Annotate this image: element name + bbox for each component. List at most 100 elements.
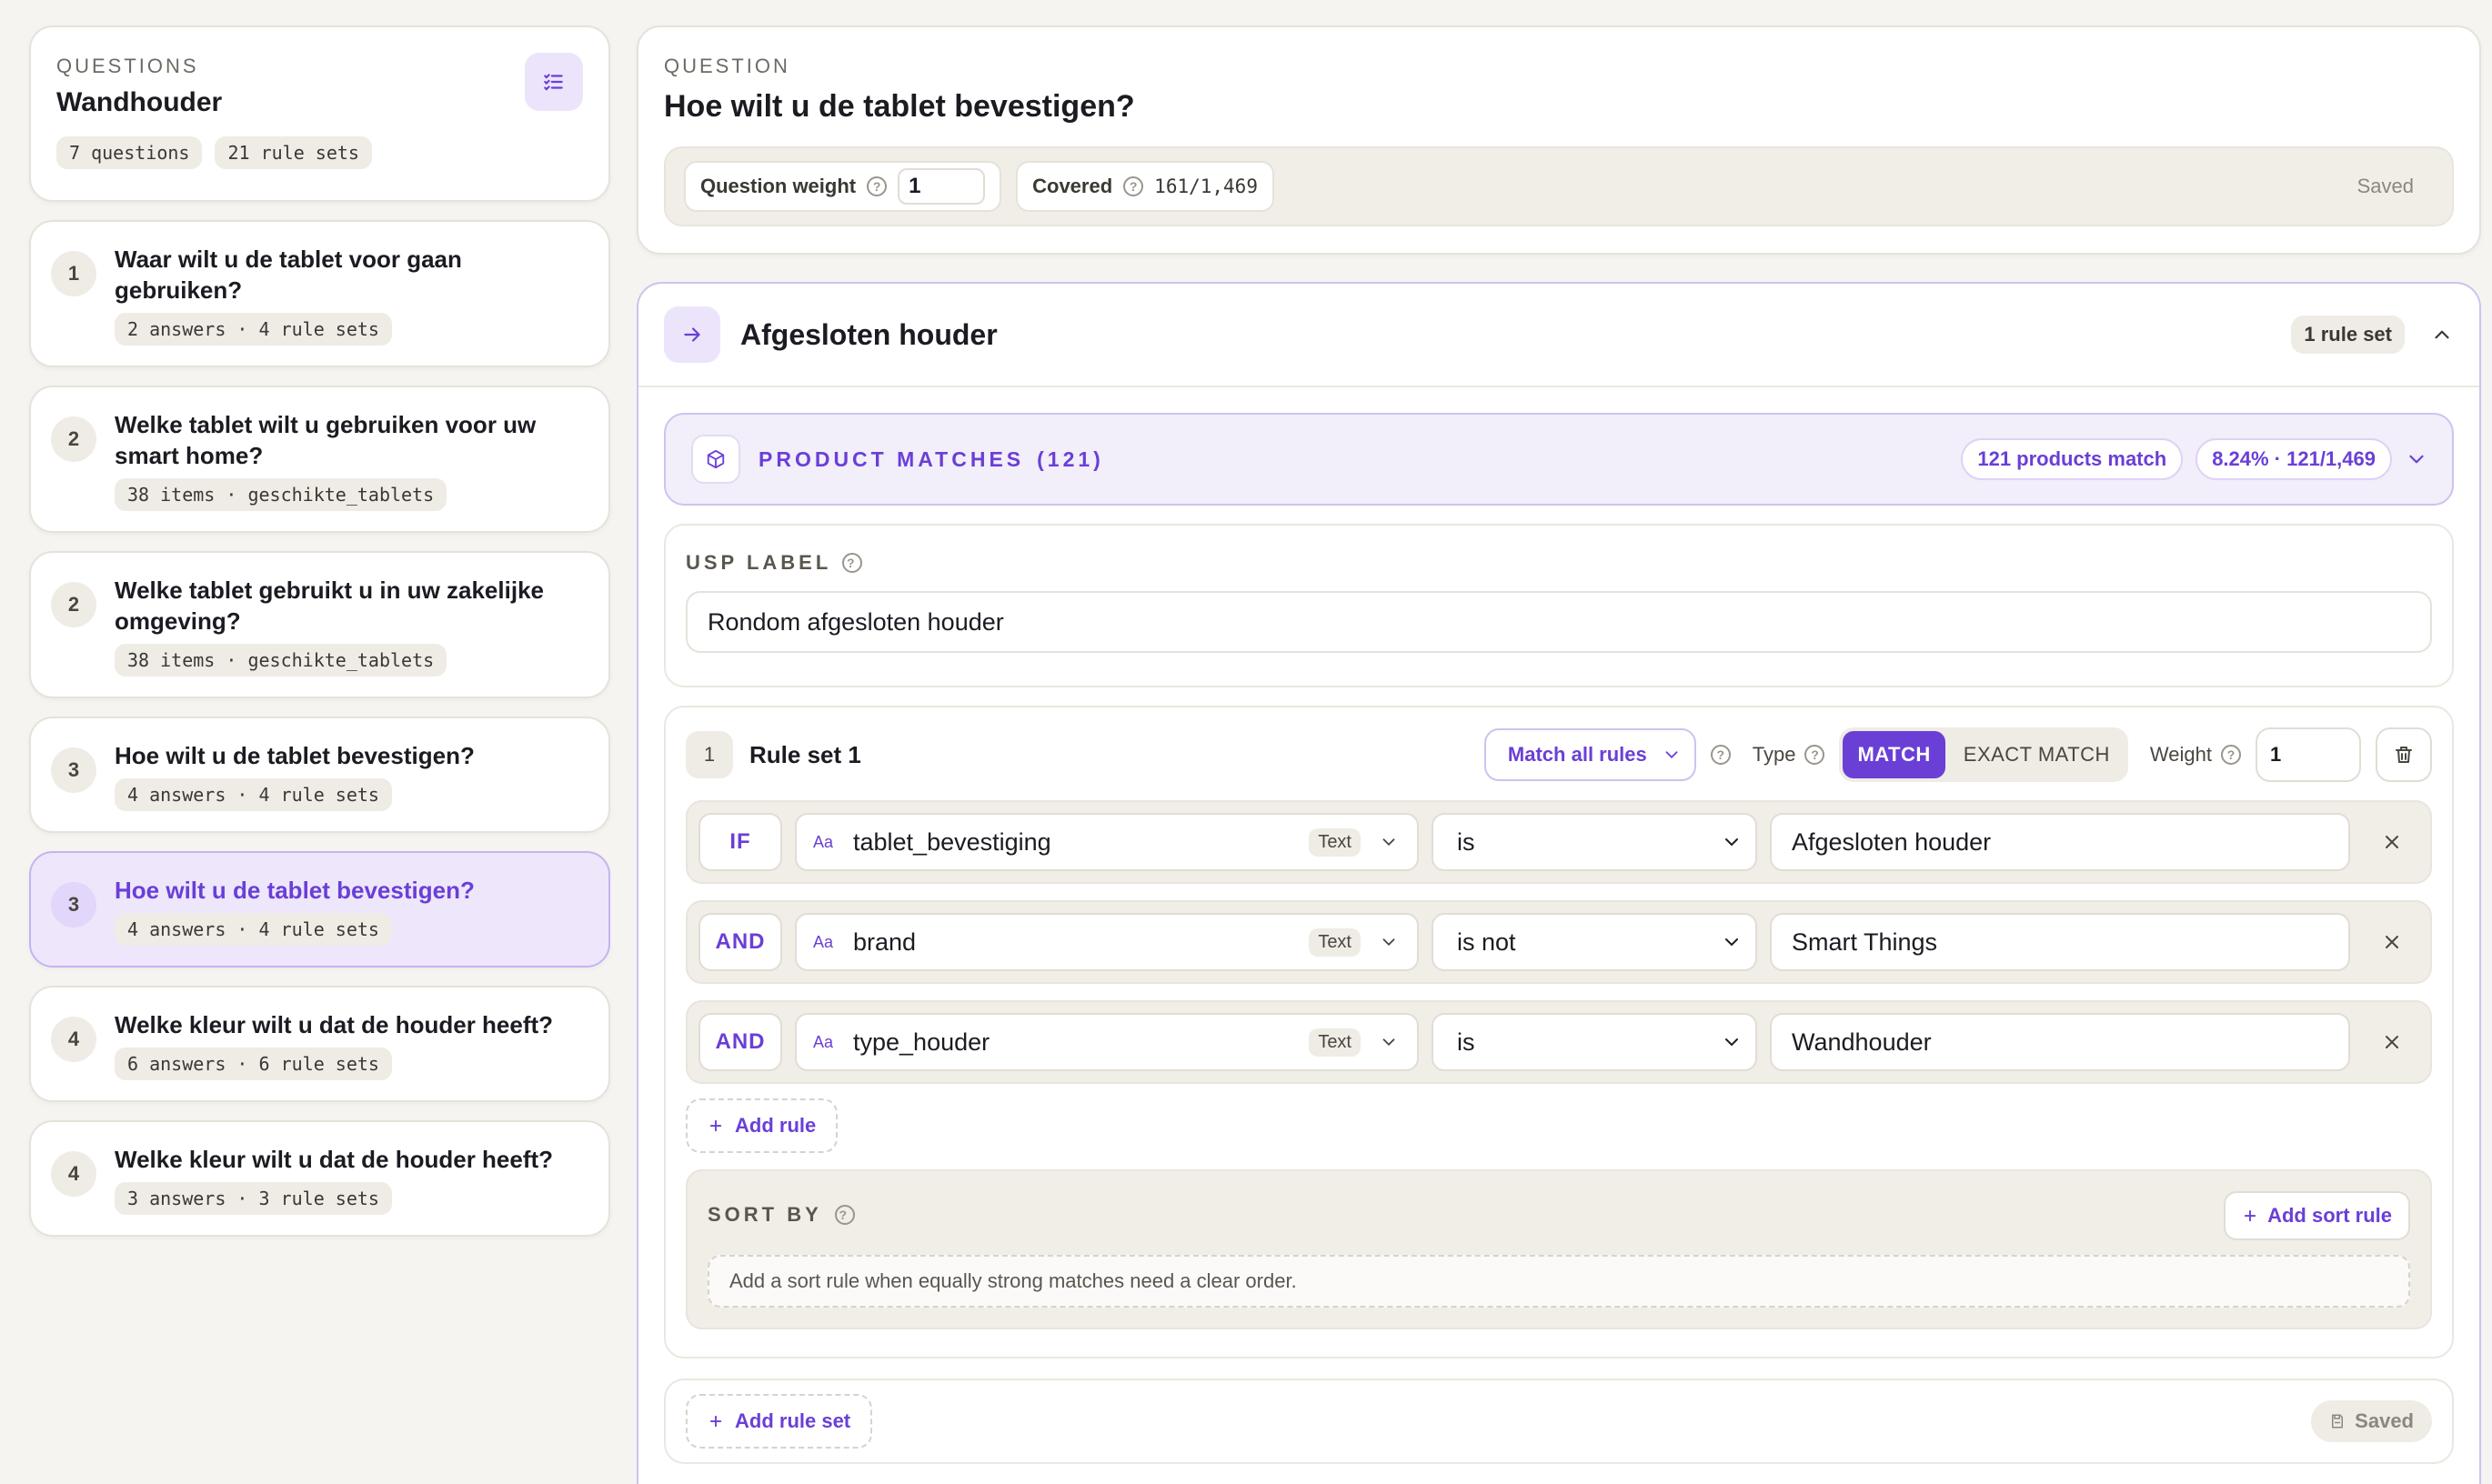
sort-by-section: SORT BY ? Add sort rule Add a sort rule …	[686, 1169, 2432, 1329]
question-text: Hoe wilt u de tablet bevestigen?	[115, 742, 475, 769]
rule-field-name: tablet_bevestiging	[853, 827, 1051, 856]
rule-row: AND Aa type_houder Text is Wandhouder	[686, 1000, 2432, 1084]
question-item[interactable]: 2 Welke tablet wilt u gebruiken voor uw …	[29, 386, 610, 533]
rule-operator[interactable]: IF	[698, 813, 782, 871]
cube-icon	[707, 449, 725, 469]
rule-condition-select[interactable]: is not	[1432, 913, 1757, 971]
weight-label-group: Weight ?	[2150, 743, 2241, 767]
questions-eyebrow: QUESTIONS	[56, 55, 199, 77]
sort-by-label: SORT BY	[708, 1203, 822, 1226]
question-item[interactable]: 4 Welke kleur wilt u dat de houder heeft…	[29, 1120, 610, 1237]
question-text: Welke tablet gebruikt u in uw zakelijke …	[115, 577, 544, 635]
arrow-right-icon	[684, 327, 700, 342]
add-sort-rule-button[interactable]: Add sort rule	[2224, 1191, 2410, 1240]
rule-condition-select[interactable]: is	[1432, 1013, 1757, 1071]
rule-field-name: type_houder	[853, 1028, 990, 1056]
question-item[interactable]: 3 Hoe wilt u de tablet bevestigen? 4 ans…	[29, 717, 610, 833]
match-type-toggle: MATCH EXACT MATCH	[1839, 727, 2128, 782]
rule-field-select[interactable]: Aa type_houder Text	[795, 1013, 1419, 1071]
add-sort-rule-label: Add sort rule	[2267, 1204, 2392, 1227]
product-matches-bar[interactable]: PRODUCT MATCHES (121) 121 products match…	[664, 413, 2454, 506]
chevron-up-icon[interactable]	[2430, 323, 2454, 346]
rule-condition-select[interactable]: is	[1432, 813, 1757, 871]
answer-card: Afgesloten houder 1 rule set PRODUCT MAT…	[637, 282, 2481, 1484]
rule-value-input[interactable]: Wandhouder	[1770, 1013, 2350, 1071]
rule-row: AND Aa brand Text is not Smart Things	[686, 900, 2432, 984]
help-icon[interactable]: ?	[867, 176, 888, 196]
rule-operator[interactable]: AND	[698, 1013, 782, 1071]
question-text: Welke kleur wilt u dat de houder heeft?	[115, 1011, 554, 1038]
trash-icon	[2396, 747, 2412, 763]
close-icon[interactable]	[2381, 931, 2403, 953]
close-icon[interactable]	[2381, 831, 2403, 853]
question-number: 2	[51, 582, 96, 627]
question-text: Hoe wilt u de tablet bevestigen?	[115, 877, 475, 904]
questions-sidebar: QUESTIONS Wandhouder 7 questions 21 rule…	[29, 25, 610, 1237]
usp-label-input[interactable]: Rondom afgesloten houder	[686, 591, 2432, 653]
add-ruleset-label: Add rule set	[735, 1409, 851, 1432]
answer-footer: Add rule set Saved	[664, 1379, 2454, 1464]
rule-row: IF Aa tablet_bevestiging Text is Afgeslo…	[686, 800, 2432, 884]
answer-ruleset-count: 1 rule set	[2291, 316, 2405, 354]
chevron-down-icon	[1665, 751, 1678, 759]
answer-header[interactable]: Afgesloten houder 1 rule set	[638, 284, 2479, 387]
rule-field-name: brand	[853, 928, 917, 956]
questionnaire-title: Wandhouder	[56, 87, 223, 117]
match-mode-select[interactable]: Match all rules	[1483, 728, 1696, 781]
covered-value: 161/1,469	[1154, 175, 1258, 197]
question-count-chip: 7 questions	[56, 136, 203, 169]
question-item[interactable]: 2 Welke tablet gebruikt u in uw zakelijk…	[29, 551, 610, 698]
question-item[interactable]: 1 Waar wilt u de tablet voor gaan gebrui…	[29, 220, 610, 367]
match-type-option[interactable]: MATCH	[1843, 731, 1945, 778]
question-meta: 2 answers · 4 rule sets	[115, 313, 392, 346]
delete-ruleset-button[interactable]	[2376, 727, 2432, 782]
list-check-button[interactable]	[525, 53, 583, 111]
question-title: Hoe wilt u de tablet bevestigen?	[664, 89, 1135, 124]
chevron-down-icon	[1382, 1038, 1395, 1047]
chevron-down-icon[interactable]	[2405, 447, 2428, 471]
close-icon[interactable]	[2381, 1031, 2403, 1053]
product-matches-label: PRODUCT MATCHES	[759, 446, 1025, 471]
question-eyebrow: QUESTION	[664, 55, 790, 77]
questions-header-card: QUESTIONS Wandhouder 7 questions 21 rule…	[29, 25, 610, 202]
question-weight-input[interactable]: 1	[898, 168, 986, 205]
question-meta: 4 answers · 4 rule sets	[115, 913, 392, 946]
question-weight-label: Question weight	[700, 175, 857, 197]
question-meta: 3 answers · 3 rule sets	[115, 1182, 392, 1215]
text-type-icon: Aa	[813, 832, 834, 851]
question-number: 3	[51, 747, 96, 793]
exact-match-type-option[interactable]: EXACT MATCH	[1949, 731, 2125, 778]
usp-label-card: USP LABEL ? Rondom afgesloten houder	[664, 524, 2454, 687]
rule-field-select[interactable]: Aa tablet_bevestiging Text	[795, 813, 1419, 871]
ruleset-weight-input[interactable]: 1	[2256, 727, 2361, 782]
chevron-down-icon	[1382, 938, 1395, 947]
rule-operator[interactable]: AND	[698, 913, 782, 971]
add-rule-button[interactable]: Add rule	[686, 1098, 839, 1153]
help-icon[interactable]: ?	[834, 1205, 855, 1225]
question-meta: 6 answers · 6 rule sets	[115, 1048, 392, 1080]
help-icon[interactable]: ?	[1804, 745, 1825, 765]
question-item[interactable]: 4 Welke kleur wilt u dat de houder heeft…	[29, 986, 610, 1102]
question-list: 1 Waar wilt u de tablet voor gaan gebrui…	[29, 220, 610, 1237]
help-icon[interactable]: ?	[1123, 176, 1144, 196]
rule-value-input[interactable]: Afgesloten houder	[1770, 813, 2350, 871]
help-icon[interactable]: ?	[842, 553, 863, 573]
rule-field-select[interactable]: Aa brand Text	[795, 913, 1419, 971]
question-text: Welke tablet wilt u gebruiken voor uw sm…	[115, 411, 537, 469]
question-item-active[interactable]: 3 Hoe wilt u de tablet bevestigen? 4 ans…	[29, 851, 610, 968]
question-card: QUESTION Hoe wilt u de tablet bevestigen…	[637, 25, 2481, 255]
chevron-down-icon	[1382, 838, 1395, 847]
usp-label-text: USP LABEL	[686, 551, 832, 574]
ruleset-count-chip: 21 rule sets	[215, 136, 372, 169]
add-ruleset-button[interactable]: Add rule set	[686, 1394, 873, 1449]
help-icon[interactable]: ?	[2221, 745, 2241, 765]
question-meta: 38 items · geschikte_tablets	[115, 644, 447, 677]
question-number: 1	[51, 251, 96, 296]
answer-save-status-label: Saved	[2355, 1409, 2414, 1432]
rule-value-input[interactable]: Smart Things	[1770, 913, 2350, 971]
help-icon[interactable]: ?	[1710, 745, 1731, 765]
type-label: Type	[1752, 743, 1796, 766]
plus-icon	[2244, 1209, 2256, 1222]
product-matches-count: (121)	[1037, 446, 1104, 471]
sort-empty-state: Add a sort rule when equally strong matc…	[708, 1255, 2410, 1308]
